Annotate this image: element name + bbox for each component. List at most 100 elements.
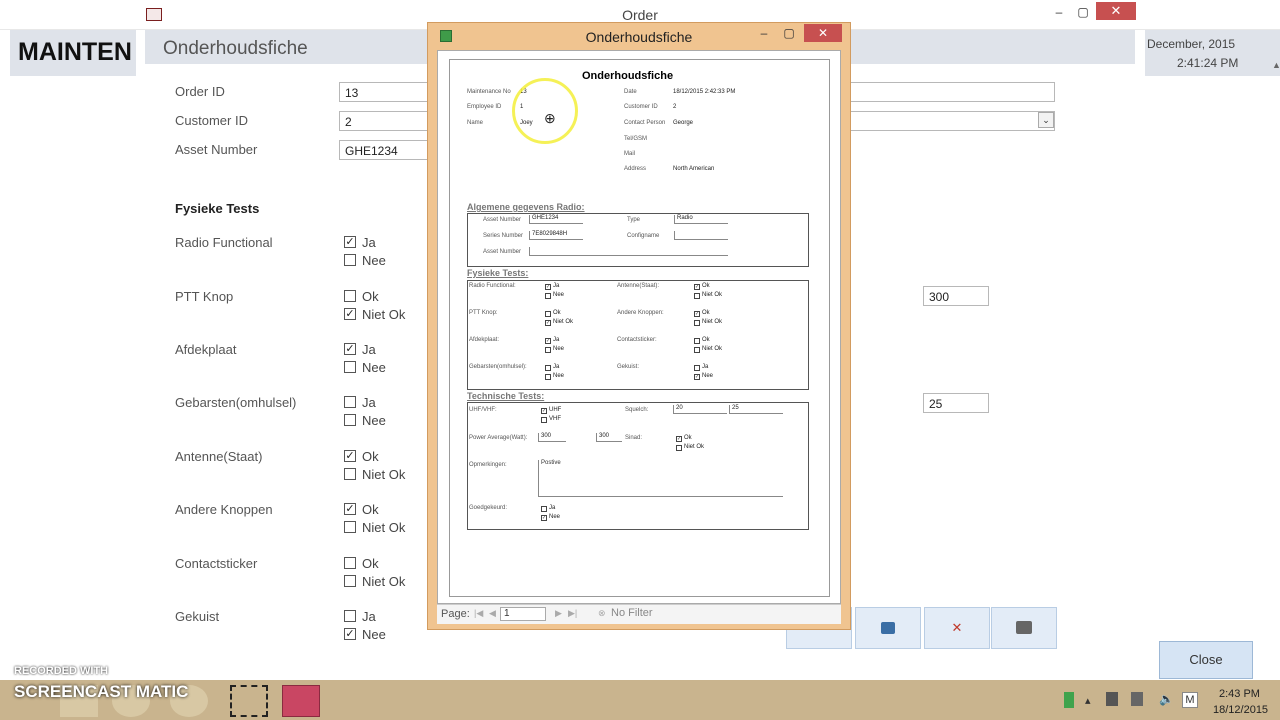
report-date-label: Date [624, 89, 637, 95]
physical-box [467, 280, 809, 390]
report-title: Onderhoudsfiche [582, 70, 674, 82]
contactsticker-opt-2: Niet Ok [702, 346, 723, 352]
option-checkbox-2[interactable] [344, 414, 356, 426]
first-page-icon[interactable]: |◀ [474, 608, 483, 619]
gebarsten-label: Gebarsten(omhulsel): [469, 364, 527, 370]
option-checkbox-1[interactable]: ✓ [344, 236, 356, 248]
option-checkbox-2[interactable]: ✓ [344, 308, 356, 320]
goed-check-1 [541, 506, 547, 512]
technical-section: Technische Tests: [467, 391, 545, 401]
sinad-2: Niet Ok [684, 444, 705, 450]
address-label: Address [624, 166, 647, 172]
option-label-1: Ja [362, 395, 376, 410]
option-checkbox-2[interactable] [344, 521, 356, 533]
report-minimize-button[interactable]: – [753, 24, 775, 42]
network-icon[interactable] [1106, 692, 1118, 706]
option-checkbox-2[interactable] [344, 575, 356, 587]
ime-indicator[interactable]: M [1182, 692, 1198, 708]
andere-knoppen-label: Andere Knoppen: [617, 310, 664, 316]
report-customer: 2 [673, 104, 677, 110]
snipping-icon[interactable] [230, 685, 268, 717]
option-checkbox-1[interactable]: ✓ [344, 343, 356, 355]
option-checkbox-2[interactable] [344, 254, 356, 266]
close-window-button[interactable]: ✕ [1096, 2, 1136, 20]
next-page-icon[interactable]: ▶ [555, 608, 562, 619]
sinad-check-2 [676, 445, 682, 451]
option-checkbox-1[interactable] [344, 396, 356, 408]
last-page-icon[interactable]: ▶| [568, 608, 577, 619]
scroll-up-icon[interactable]: ▲ [1272, 60, 1280, 70]
ptt-knop-label: PTT Knop: [469, 310, 498, 316]
maint-no-label: Maintenance No [467, 89, 511, 95]
squelch-field[interactable]: 25 [923, 393, 989, 413]
no-filter-button[interactable]: No Filter [611, 607, 653, 619]
ptt-knop-opt-2: Niet Ok [553, 319, 574, 325]
option-checkbox-2[interactable] [344, 361, 356, 373]
volume-icon[interactable]: 🔈 [1159, 692, 1174, 706]
power-field[interactable]: 300 [923, 286, 989, 306]
report-customer-label: Customer ID [624, 104, 658, 110]
page-number-input[interactable]: 1 [500, 607, 546, 621]
antenne-staat-opt-2: Niet Ok [702, 292, 723, 298]
opm-value: Postive [538, 460, 783, 497]
asset-number-field[interactable]: GHE1234 [339, 140, 429, 160]
vhf-text: VHF [549, 416, 561, 422]
type-label: Type [627, 217, 641, 223]
option-checkbox-1[interactable]: ✓ [344, 450, 356, 462]
banner-title: MAINTEN [18, 38, 132, 66]
option-checkbox-1[interactable] [344, 557, 356, 569]
option-checkbox-1[interactable] [344, 290, 356, 302]
page-label: Page: [441, 608, 470, 620]
option-label-1: Ja [362, 609, 376, 624]
option-checkbox-2[interactable] [344, 468, 356, 480]
report-maximize-button[interactable]: ▢ [778, 24, 800, 42]
close-button[interactable]: Close [1159, 641, 1253, 679]
date-display: December, 2015 [1147, 37, 1236, 51]
andere-knoppen-check-2 [694, 320, 700, 326]
asset-label: Asset Number [483, 217, 522, 223]
afdekplaat-label: Afdekplaat: [469, 337, 500, 343]
customer-id-field[interactable]: 2 [339, 111, 429, 131]
asset-value: GHE1234 [529, 215, 583, 224]
afdekplaat-check-1: ✓ [545, 338, 551, 344]
serial-label: Series Number [483, 233, 524, 239]
squelch-label: Squelch: [625, 407, 649, 413]
tray-chevron-icon[interactable]: ▴ [1085, 694, 1091, 707]
tel-label: Tel/GSM [624, 136, 648, 142]
test-label: Antenne(Staat) [175, 449, 263, 464]
option-label-2: Nee [362, 413, 386, 428]
antenne-staat-label: Antenne(Staat): [617, 283, 660, 289]
maximize-button[interactable]: ▢ [1072, 3, 1094, 21]
print-button[interactable] [991, 607, 1057, 649]
report-date: 18/12/2015 2:42:33 PM [673, 89, 736, 95]
test-label: Contactsticker [175, 556, 258, 571]
customer-select[interactable] [848, 111, 1055, 131]
option-checkbox-1[interactable] [344, 610, 356, 622]
power1: 300 [538, 433, 566, 442]
option-label-2: Niet Ok [362, 520, 406, 535]
battery-icon [1064, 692, 1074, 708]
flag-icon[interactable] [1131, 692, 1143, 706]
delete-button[interactable]: ✕ [924, 607, 990, 649]
asset2-value [529, 247, 728, 256]
option-checkbox-1[interactable]: ✓ [344, 503, 356, 515]
access-icon[interactable] [282, 685, 320, 717]
save-button[interactable] [855, 607, 921, 649]
prev-page-icon[interactable]: ◀ [489, 608, 496, 619]
option-label-1: Ja [362, 235, 376, 250]
minimize-button[interactable]: – [1048, 3, 1070, 21]
goed-1: Ja [549, 505, 556, 511]
chevron-down-icon[interactable]: ⌄ [1038, 112, 1054, 128]
order-detail-field[interactable] [848, 82, 1055, 102]
afdekplaat-check-2 [545, 347, 551, 353]
contactsticker-label: Contactsticker: [617, 337, 657, 343]
option-label-1: Ok [362, 449, 379, 464]
report-close-button[interactable]: ✕ [804, 24, 842, 42]
serial-value: 7E8029848H [529, 231, 583, 240]
goed-check-2: ✓ [541, 515, 547, 521]
contactsticker-check-2 [694, 347, 700, 353]
contact: George [673, 120, 694, 126]
option-checkbox-2[interactable]: ✓ [344, 628, 356, 640]
option-label-1: Ok [362, 289, 379, 304]
order-id-field[interactable]: 13 [339, 82, 429, 102]
